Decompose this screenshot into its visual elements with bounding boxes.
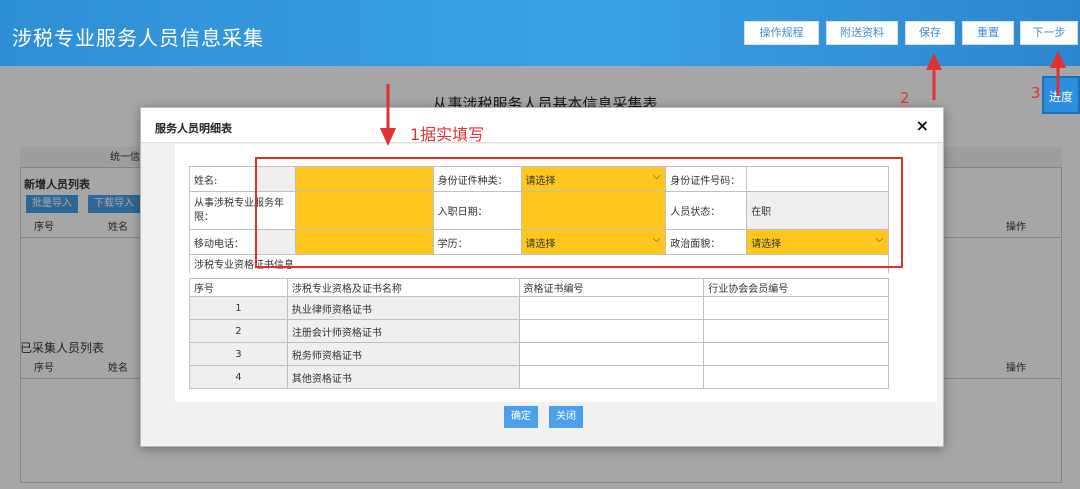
cert-row-name: 注册会计师资格证书	[286, 319, 520, 343]
cert-col-number: 资格证书编号	[518, 278, 705, 297]
fill-highlight-box	[255, 157, 903, 268]
cert-row-no: 3	[189, 342, 288, 366]
cert-col-name: 涉税专业资格及证书名称	[286, 278, 520, 297]
phone-label: 移动电话：	[189, 229, 256, 255]
cert-row-name: 税务师资格证书	[286, 342, 520, 366]
step3-annotation: 3	[1031, 84, 1041, 102]
cert-row-no: 2	[189, 319, 288, 343]
member-number-input[interactable]	[703, 342, 889, 366]
table-row: 1 执业律师资格证书	[189, 296, 889, 320]
cert-number-input[interactable]	[518, 319, 705, 343]
confirm-button[interactable]: 确定	[504, 406, 538, 428]
modal-title: 服务人员明细表	[155, 122, 232, 135]
cert-row-no: 4	[189, 365, 288, 389]
cert-col-no: 序号	[189, 278, 288, 297]
cert-col-member: 行业协会会员编号	[703, 278, 889, 297]
close-button[interactable]: 关闭	[549, 406, 583, 428]
cert-row-name: 其他资格证书	[286, 365, 520, 389]
app-header: 涉税专业服务人员信息采集 操作规程 附送资料 保存 重置 下一步	[0, 0, 1080, 66]
close-icon[interactable]: ×	[916, 116, 929, 135]
cert-number-input[interactable]	[518, 365, 705, 389]
modal-header: 服务人员明细表 ×	[141, 108, 943, 143]
progress-button[interactable]: 进度	[1042, 76, 1080, 114]
name-label: 姓名:	[189, 166, 256, 192]
app-title: 涉税专业服务人员信息采集	[12, 26, 264, 50]
cert-number-input[interactable]	[518, 342, 705, 366]
cert-row-no: 1	[189, 296, 288, 320]
member-number-input[interactable]	[703, 365, 889, 389]
next-step-button[interactable]: 下一步	[1020, 21, 1078, 45]
save-button[interactable]: 保存	[905, 21, 955, 45]
table-row: 2 注册会计师资格证书	[189, 319, 889, 343]
attachments-button[interactable]: 附送资料	[826, 21, 898, 45]
reset-button[interactable]: 重置	[962, 21, 1014, 45]
member-number-input[interactable]	[703, 319, 889, 343]
cert-table: 序号 涉税专业资格及证书名称 资格证书编号 行业协会会员编号 1 执业律师资格证…	[189, 278, 889, 389]
cert-row-name: 执业律师资格证书	[286, 296, 520, 320]
table-row: 4 其他资格证书	[189, 365, 889, 389]
operation-rules-button[interactable]: 操作规程	[744, 21, 819, 45]
step2-annotation: 2	[900, 89, 910, 107]
step1-annotation: 1据实填写	[410, 125, 485, 144]
table-row: 3 税务师资格证书	[189, 342, 889, 366]
cert-number-input[interactable]	[518, 296, 705, 320]
member-number-input[interactable]	[703, 296, 889, 320]
